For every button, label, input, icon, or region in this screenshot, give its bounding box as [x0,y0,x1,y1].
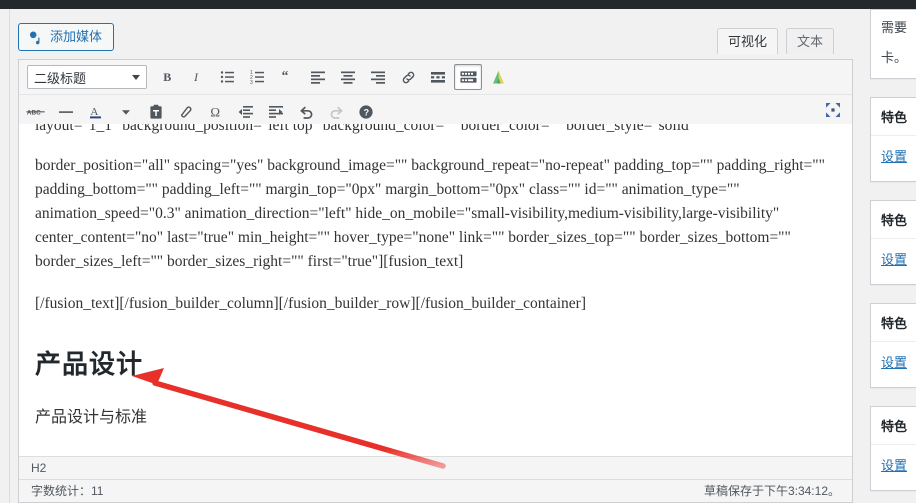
featured-image-box-3-title: 特色 [871,304,916,342]
blockquote-button[interactable]: “ [274,64,302,90]
shortcode-line-block: border_position="all" spacing="yes" back… [35,156,829,270]
editor-box: 二级标题 B I 1 2 3 “ ABC A Ω ? layout="1_1" … [18,59,853,503]
align-right-button[interactable] [364,64,392,90]
element-path-value: H2 [31,461,47,475]
format-select-value: 二级标题 [34,70,87,86]
add-media-button[interactable]: 添加媒体 [18,23,115,51]
element-path-bar: H2 [19,456,852,479]
featured-image-box-4-body: 设置 [871,445,916,490]
read-more-button[interactable] [424,64,452,90]
toolbar-row-primary: 二级标题 B I 1 2 3 “ [19,60,852,95]
align-center-button[interactable] [334,64,362,90]
editor-content-area[interactable]: layout="1_1" background_position="left t… [19,124,852,456]
horizontal-rule-button[interactable] [52,99,80,125]
shortcode-line-clipped: layout="1_1" background_position="left t… [35,124,696,134]
svg-text:3: 3 [250,80,253,85]
word-count: 字数统计：11 [31,484,104,498]
editor-toolbar: 二级标题 B I 1 2 3 “ ABC A Ω ? [19,60,852,130]
featured-image-box-3-link[interactable]: 设置 [881,355,907,370]
toggle-toolbar-button[interactable] [454,64,482,90]
distraction-free-button[interactable] [819,97,847,123]
decrease-indent-button[interactable] [232,99,260,125]
svg-text:Ω: Ω [210,104,220,119]
italic-button[interactable]: I [184,64,212,90]
keyboard-shortcuts-button[interactable]: ? [352,99,380,125]
insert-link-button[interactable] [394,64,422,90]
paste-as-text-button[interactable] [142,99,170,125]
featured-image-box-1-title: 特色 [871,98,916,136]
featured-image-box-4-title: 特色 [871,407,916,445]
increase-indent-button[interactable] [262,99,290,125]
content-paragraph[interactable]: 产品设计与标准 [35,403,836,427]
featured-image-box-3[interactable]: 特色 设置 [870,303,916,388]
sidebar: 需要 卡。 特色 设置 特色 设置 特色 设置 特色 设置 [870,9,916,503]
tab-text[interactable]: 文本 [785,28,834,54]
draft-saved-message: 草稿保存于下午3:34:12。 [703,484,840,498]
align-left-button[interactable] [304,64,332,90]
add-media-label: 添加媒体 [50,29,103,44]
svg-text:I: I [193,70,199,84]
text-color-button[interactable]: A [82,99,110,125]
featured-image-box-1-link[interactable]: 设置 [881,149,907,164]
numbered-list-button[interactable]: 1 2 3 [244,64,272,90]
excerpt-box-text-line1: 需要 [881,20,908,35]
featured-image-box-2-link[interactable]: 设置 [881,252,907,267]
status-bar: 字数统计：11 草稿保存于下午3:34:12。 [19,479,852,502]
media-icon [28,29,44,45]
excerpt-box-text-line2: 卡。 [881,50,908,65]
tab-visual[interactable]: 可视化 [716,28,778,54]
svg-text:B: B [163,70,171,84]
format-select[interactable]: 二级标题 [27,65,147,89]
content-heading[interactable]: 产品设计 [35,344,836,381]
featured-image-box-4-link[interactable]: 设置 [881,458,907,473]
avada-builder-button[interactable] [484,64,512,90]
svg-text:“: “ [282,69,289,83]
media-and-tabs-row: 添加媒体 可视化 文本 [9,9,862,59]
excerpt-box[interactable]: 需要 卡。 [870,9,916,79]
featured-image-box-3-body: 设置 [871,342,916,387]
redo-button[interactable] [322,99,350,125]
shortcode-line-close: [/fusion_text][/fusion_builder_column][/… [35,294,586,312]
featured-image-box-4[interactable]: 特色 设置 [870,406,916,491]
featured-image-box-2[interactable]: 特色 设置 [870,200,916,285]
special-character-button[interactable]: Ω [202,99,230,125]
strikethrough-button[interactable]: ABC [22,99,50,125]
undo-button[interactable] [292,99,320,125]
clear-formatting-button[interactable] [172,99,200,125]
featured-image-box-1[interactable]: 特色 设置 [870,97,916,182]
svg-text:A: A [90,106,98,118]
svg-text:?: ? [364,108,370,118]
featured-image-box-1-body: 设置 [871,136,916,181]
bulleted-list-button[interactable] [214,64,242,90]
bold-button[interactable]: B [154,64,182,90]
featured-image-box-2-title: 特色 [871,201,916,239]
chevron-down-icon [132,74,140,80]
editor-column: 添加媒体 可视化 文本 二级标题 B I 1 2 3 “ ABC A Ω ? l… [9,9,862,503]
admin-bar [0,0,916,9]
svg-text:ABC: ABC [27,110,41,117]
featured-image-box-2-body: 设置 [871,239,916,284]
text-color-caret[interactable] [112,99,140,125]
